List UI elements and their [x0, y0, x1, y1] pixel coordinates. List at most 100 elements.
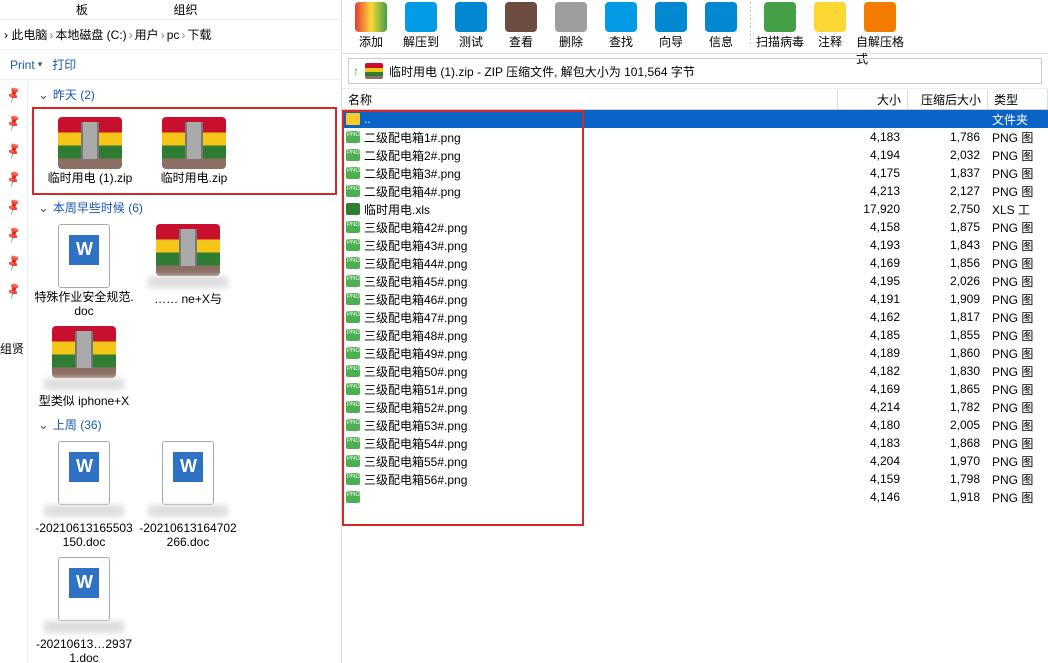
list-row[interactable]: 三级配电箱48#.png4,1851,855PNG 图	[342, 326, 1048, 344]
list-row[interactable]: 三级配电箱50#.png4,1821,830PNG 图	[342, 362, 1048, 380]
file-csize: 1,837	[908, 166, 988, 180]
wizard-button[interactable]: 向导	[646, 0, 696, 52]
file-csize: 2,026	[908, 274, 988, 288]
find-button[interactable]: 查找	[596, 0, 646, 52]
breadcrumb[interactable]: › 此电脑›本地磁盘 (C:)›用户›pc›下载	[0, 20, 341, 50]
png-file-icon	[346, 257, 360, 269]
delete-button[interactable]: 删除	[546, 0, 596, 52]
list-row[interactable]: 三级配电箱53#.png4,1802,005PNG 图	[342, 416, 1048, 434]
file-name: ..	[364, 112, 371, 126]
wizard-icon	[655, 2, 687, 32]
list-row[interactable]: 三级配电箱44#.png4,1691,856PNG 图	[342, 254, 1048, 272]
list-row[interactable]: 三级配电箱56#.png4,1591,798PNG 图	[342, 470, 1048, 488]
file-csize: 1,830	[908, 364, 988, 378]
print-cn-button[interactable]: 打印	[52, 56, 76, 73]
file-csize: 1,860	[908, 346, 988, 360]
doc-file-icon	[58, 224, 110, 288]
breadcrumb-item[interactable]: 下载	[187, 26, 211, 43]
list-row[interactable]: 三级配电箱54#.png4,1831,868PNG 图	[342, 434, 1048, 452]
file-csize: 2,750	[908, 202, 988, 216]
file-tile[interactable]: 临时用电 (1).zip	[38, 113, 142, 189]
file-tile[interactable]: 临时用电.zip	[142, 113, 246, 189]
file-csize: 1,868	[908, 436, 988, 450]
breadcrumb-item[interactable]: 用户	[135, 26, 159, 43]
png-file-icon	[346, 221, 360, 233]
file-csize: 1,856	[908, 256, 988, 270]
list-row[interactable]: 三级配电箱55#.png4,2041,970PNG 图	[342, 452, 1048, 470]
file-tile[interactable]: -20210613164702266.doc	[136, 437, 240, 553]
list-row[interactable]: 二级配电箱1#.png4,1831,786PNG 图	[342, 128, 1048, 146]
file-tile[interactable]: …… ne+X与	[136, 220, 240, 322]
file-csize: 1,918	[908, 490, 988, 504]
group-yesterday-items: 临时用电 (1).zip临时用电.zip	[32, 107, 337, 195]
add-button[interactable]: 添加	[346, 0, 396, 52]
png-file-icon	[346, 401, 360, 413]
file-name: 三级配电箱47#.png	[364, 309, 467, 326]
list-row[interactable]: 4,1461,918PNG 图	[342, 488, 1048, 506]
col-size[interactable]: 大小	[838, 89, 908, 109]
list-row[interactable]: 三级配电箱42#.png4,1581,875PNG 图	[342, 218, 1048, 236]
file-name: 三级配电箱46#.png	[364, 291, 467, 308]
file-tile[interactable]: 型类似 iphone+X	[32, 322, 136, 412]
file-name: 三级配电箱44#.png	[364, 255, 467, 272]
list-row[interactable]: 三级配电箱43#.png4,1931,843PNG 图	[342, 236, 1048, 254]
explorer-pane: 板 组织 › 此电脑›本地磁盘 (C:)›用户›pc›下载 Print 打印 📌…	[0, 0, 342, 663]
col-type[interactable]: 类型	[988, 89, 1048, 109]
file-type: PNG 图	[988, 345, 1048, 362]
top-label-organize[interactable]: 组织	[134, 1, 238, 18]
file-type: PNG 图	[988, 129, 1048, 146]
file-type: PNG 图	[988, 435, 1048, 452]
print-button[interactable]: Print	[10, 58, 42, 72]
file-type: PNG 图	[988, 453, 1048, 470]
breadcrumb-item[interactable]: 本地磁盘 (C:)	[55, 26, 126, 43]
view-button[interactable]: 查看	[496, 0, 546, 52]
group-yesterday[interactable]: 昨天 (2)	[32, 82, 337, 107]
doc-file-icon	[58, 557, 110, 621]
png-file-icon	[346, 455, 360, 467]
list-row[interactable]: 二级配电箱4#.png4,2132,127PNG 图	[342, 182, 1048, 200]
list-row[interactable]: 三级配电箱47#.png4,1621,817PNG 图	[342, 308, 1048, 326]
comment-button[interactable]: 注释	[805, 0, 855, 52]
list-row[interactable]: 三级配电箱49#.png4,1891,860PNG 图	[342, 344, 1048, 362]
archive-path-bar[interactable]: ↑ 临时用电 (1).zip - ZIP 压缩文件, 解包大小为 101,564…	[348, 58, 1042, 84]
col-name[interactable]: 名称	[342, 89, 838, 109]
file-type: PNG 图	[988, 417, 1048, 434]
zip-icon	[365, 63, 383, 79]
group-last-week[interactable]: 上周 (36)	[32, 412, 337, 437]
list-row[interactable]: 二级配电箱3#.png4,1751,837PNG 图	[342, 164, 1048, 182]
list-row[interactable]: 临时用电.xls17,9202,750XLS 工	[342, 200, 1048, 218]
file-tile[interactable]: -20210613165503150.doc	[32, 437, 136, 553]
file-csize: 1,843	[908, 238, 988, 252]
file-type: XLS 工	[988, 201, 1048, 218]
list-row[interactable]: 三级配电箱51#.png4,1691,865PNG 图	[342, 380, 1048, 398]
file-size: 4,213	[838, 184, 908, 198]
quick-access-pins: 📌 📌 📌 📌 📌 📌 📌 📌	[0, 80, 28, 663]
add-icon	[355, 2, 387, 32]
file-type: PNG 图	[988, 219, 1048, 236]
doc-file-icon	[162, 441, 214, 505]
toolbar-label: 解压到	[403, 33, 439, 50]
sfx-icon	[864, 2, 896, 32]
png-file-icon	[346, 167, 360, 179]
extract-button[interactable]: 解压到	[396, 0, 446, 52]
breadcrumb-item[interactable]: › 此电脑	[4, 26, 47, 43]
info-button[interactable]: 信息	[696, 0, 746, 52]
column-headers[interactable]: 名称 大小 压缩后大小 类型	[342, 88, 1048, 110]
col-csize[interactable]: 压缩后大小	[908, 89, 988, 109]
list-row[interactable]: 三级配电箱46#.png4,1911,909PNG 图	[342, 290, 1048, 308]
list-row[interactable]: 二级配电箱2#.png4,1942,032PNG 图	[342, 146, 1048, 164]
list-row[interactable]: ..文件夹	[342, 110, 1048, 128]
file-list[interactable]: ..文件夹二级配电箱1#.png4,1831,786PNG 图二级配电箱2#.p…	[342, 110, 1048, 663]
up-arrow-icon[interactable]: ↑	[353, 64, 359, 78]
file-csize: 1,782	[908, 400, 988, 414]
list-row[interactable]: 三级配电箱45#.png4,1952,026PNG 图	[342, 272, 1048, 290]
file-name: 二级配电箱4#.png	[364, 183, 461, 200]
file-name: 三级配电箱45#.png	[364, 273, 467, 290]
breadcrumb-item[interactable]: pc	[167, 28, 180, 42]
scan-button[interactable]: 扫描病毒	[755, 0, 805, 52]
file-tile[interactable]: -20210613…29371.doc	[32, 553, 136, 663]
file-tile[interactable]: 特殊作业安全规范.doc	[32, 220, 136, 322]
group-earlier-week[interactable]: 本周早些时候 (6)	[32, 195, 337, 220]
test-button[interactable]: 测试	[446, 0, 496, 52]
list-row[interactable]: 三级配电箱52#.png4,2141,782PNG 图	[342, 398, 1048, 416]
